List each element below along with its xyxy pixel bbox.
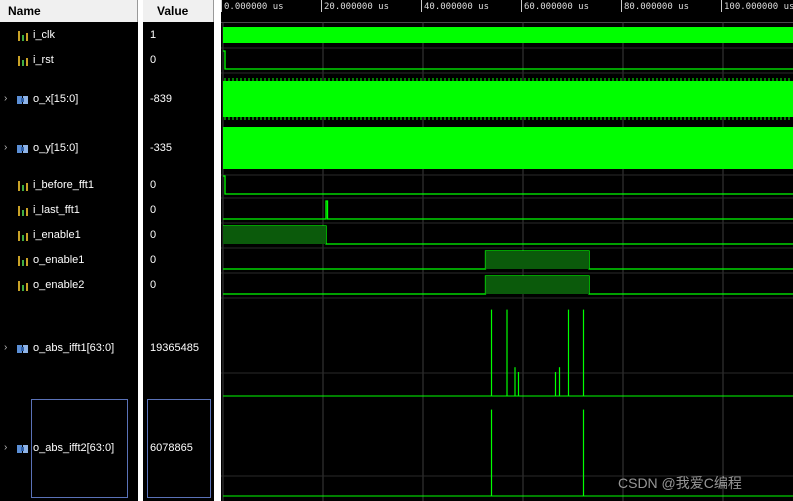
value-column-header[interactable]: Value bbox=[143, 0, 214, 22]
expand-chevron-icon[interactable]: › bbox=[4, 138, 7, 158]
signal-value: 0 bbox=[150, 54, 157, 66]
tick-label: 80.000000 us bbox=[624, 2, 690, 12]
wave-i_last_fft1 bbox=[223, 200, 793, 220]
signal-value: 0 bbox=[150, 254, 157, 266]
expand-chevron-icon[interactable]: › bbox=[4, 89, 7, 109]
wave-high-fill bbox=[223, 226, 326, 244]
watermark: CSDN @我爱C编程 bbox=[618, 475, 742, 491]
signal-value: 0 bbox=[150, 279, 157, 291]
signal-value: -335 bbox=[150, 142, 173, 154]
tick-mark bbox=[221, 0, 222, 12]
tick-mark bbox=[521, 0, 522, 12]
signal-name: o_enable1 bbox=[33, 254, 85, 266]
bus-signal-icon bbox=[17, 142, 29, 154]
signal-name: o_abs_ifft1[63:0] bbox=[33, 342, 115, 354]
signal-row-i_last_fft1[interactable]: i_last_fft1 bbox=[0, 200, 138, 220]
tick-mark bbox=[721, 0, 722, 12]
signal-name: i_rst bbox=[33, 54, 54, 66]
bus-signal-icon bbox=[17, 342, 29, 354]
wave-high-fill bbox=[485, 276, 589, 294]
signal-row-o_abs_ifft1[interactable]: › o_abs_ifft1[63:0] bbox=[0, 338, 138, 358]
signal-name: i_enable1 bbox=[33, 229, 81, 241]
signal-name: o_y[15:0] bbox=[33, 142, 79, 154]
signal-value: 19365485 bbox=[150, 342, 199, 354]
signal-row-i_enable1[interactable]: i_enable1 bbox=[0, 225, 138, 245]
signal-row-i_rst[interactable]: i_rst bbox=[0, 50, 138, 70]
column-divider[interactable] bbox=[138, 0, 143, 501]
wave-high-fill bbox=[485, 251, 589, 269]
expand-chevron-icon[interactable]: › bbox=[4, 438, 7, 458]
wave-i_rst bbox=[223, 50, 793, 70]
selected-signal-name-box bbox=[31, 399, 128, 498]
signal-name: o_enable2 bbox=[33, 279, 85, 291]
wave-i_clk bbox=[223, 27, 793, 43]
pane-divider[interactable] bbox=[214, 0, 221, 501]
signal-value: 0 bbox=[150, 179, 157, 191]
wire-signal-icon bbox=[17, 254, 29, 266]
wire-signal-icon bbox=[17, 29, 29, 41]
expand-chevron-icon[interactable]: › bbox=[4, 338, 7, 358]
wire-signal-icon bbox=[17, 54, 29, 66]
bus-signal-icon bbox=[17, 93, 29, 105]
signal-row-o_y[interactable]: › o_y[15:0] bbox=[0, 138, 138, 158]
signal-name: o_x[15:0] bbox=[33, 93, 79, 105]
tick-label: 40.000000 us bbox=[424, 2, 490, 12]
signal-value: 1 bbox=[150, 29, 157, 41]
waveform-canvas[interactable] bbox=[221, 22, 793, 501]
tick-mark bbox=[421, 0, 422, 12]
signal-value: -839 bbox=[150, 93, 173, 105]
signal-name: i_clk bbox=[33, 29, 56, 41]
wave-o_y bbox=[223, 127, 793, 169]
signal-row-i_clk[interactable]: i_clk bbox=[0, 25, 138, 45]
tick-mark bbox=[321, 0, 322, 12]
signal-row-o_enable1[interactable]: o_enable1 bbox=[0, 250, 138, 270]
signal-value: 0 bbox=[150, 204, 157, 216]
tick-label: 60.000000 us bbox=[524, 2, 590, 12]
tick-label: 0.000000 us bbox=[224, 2, 284, 12]
bus-signal-icon bbox=[17, 442, 29, 454]
wave-i_before_fft1 bbox=[223, 175, 793, 195]
signal-name: i_before_fft1 bbox=[33, 179, 94, 191]
signal-row-o_x[interactable]: › o_x[15:0] bbox=[0, 89, 138, 109]
selected-signal-value-box bbox=[147, 399, 211, 498]
tick-mark bbox=[621, 0, 622, 12]
tick-label: 100.000000 us bbox=[724, 2, 793, 12]
wire-signal-icon bbox=[17, 204, 29, 216]
wire-signal-icon bbox=[17, 279, 29, 291]
wire-signal-icon bbox=[17, 179, 29, 191]
signal-row-o_enable2[interactable]: o_enable2 bbox=[0, 275, 138, 295]
name-column-header[interactable]: Name bbox=[0, 0, 138, 22]
signal-value: 0 bbox=[150, 229, 157, 241]
signal-row-i_before_fft1[interactable]: i_before_fft1 bbox=[0, 175, 138, 195]
wave-o_x bbox=[223, 81, 793, 117]
signal-name: i_last_fft1 bbox=[33, 204, 80, 216]
wire-signal-icon bbox=[17, 229, 29, 241]
tick-label: 20.000000 us bbox=[324, 2, 390, 12]
time-ruler[interactable]: 0.000000 us 20.000000 us 40.000000 us 60… bbox=[221, 0, 793, 23]
